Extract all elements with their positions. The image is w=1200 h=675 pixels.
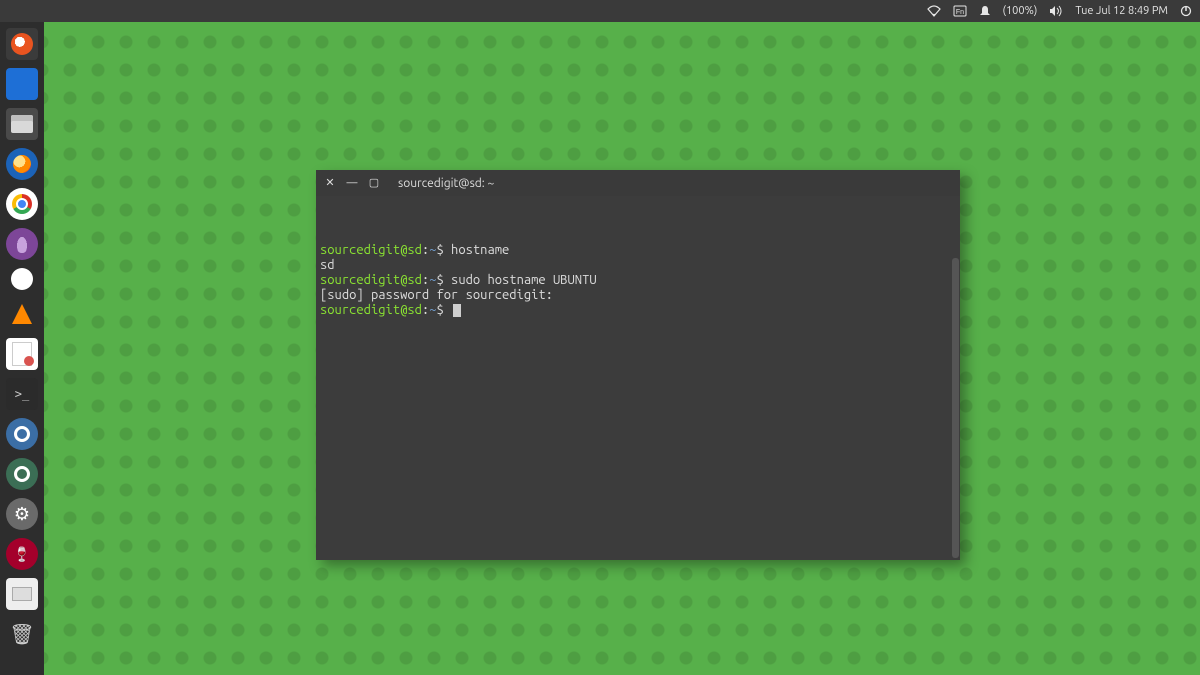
- battery-text[interactable]: (100%): [1003, 5, 1038, 17]
- svg-text:Fn: Fn: [955, 9, 963, 16]
- usb-icon[interactable]: [6, 578, 38, 610]
- settings-icon[interactable]: [6, 498, 38, 530]
- terminal-line: sourcedigit@sd:~$ hostname: [320, 243, 956, 258]
- maximize-icon[interactable]: ▢: [368, 177, 380, 189]
- volume-icon[interactable]: [1049, 5, 1063, 17]
- disc2-icon[interactable]: [6, 458, 38, 490]
- files-icon[interactable]: [6, 108, 38, 140]
- system-tray: Fn (100%) Tue Jul 12 8:49 PM: [927, 5, 1192, 17]
- trash-icon[interactable]: [6, 618, 38, 650]
- top-panel: Fn (100%) Tue Jul 12 8:49 PM: [0, 0, 1200, 22]
- titlebar[interactable]: ✕ — ▢ sourcedigit@sd: ~: [316, 170, 960, 196]
- terminal-icon[interactable]: [6, 378, 38, 410]
- terminal-line: sd: [320, 258, 956, 273]
- minimize-icon[interactable]: —: [346, 177, 358, 189]
- terminal-line: sourcedigit@sd:~$ sudo hostname UBUNTU: [320, 273, 956, 288]
- app-icon[interactable]: [6, 68, 38, 100]
- disc-icon[interactable]: [6, 418, 38, 450]
- wine-icon[interactable]: [6, 538, 38, 570]
- tor-icon[interactable]: [6, 228, 38, 260]
- firefox-icon[interactable]: [6, 148, 38, 180]
- window-title: sourcedigit@sd: ~: [398, 177, 494, 190]
- chromium-icon[interactable]: [6, 188, 38, 220]
- terminal-line: sourcedigit@sd:~$: [320, 303, 956, 318]
- wifi-icon[interactable]: [927, 5, 941, 17]
- notifications-icon[interactable]: [979, 5, 991, 17]
- close-icon[interactable]: ✕: [324, 177, 336, 189]
- power-icon[interactable]: [1180, 5, 1192, 17]
- vlc-icon[interactable]: [6, 298, 38, 330]
- launcher: [0, 22, 44, 675]
- clock-text[interactable]: Tue Jul 12 8:49 PM: [1075, 5, 1168, 17]
- gedit-icon[interactable]: [6, 338, 38, 370]
- scrollbar[interactable]: [952, 258, 959, 558]
- dash-icon[interactable]: [6, 28, 38, 60]
- keyboard-indicator-icon[interactable]: Fn: [953, 5, 967, 17]
- terminal-line: [sudo] password for sourcedigit:: [320, 288, 956, 303]
- terminal-body[interactable]: sourcedigit@sd:~$ hostnamesdsourcedigit@…: [316, 196, 960, 560]
- dot-icon[interactable]: [11, 268, 33, 290]
- desktop: Fn (100%) Tue Jul 12 8:49 PM: [0, 0, 1200, 675]
- cursor: [453, 304, 461, 317]
- terminal-window: ✕ — ▢ sourcedigit@sd: ~ sourcedigit@sd:~…: [316, 170, 960, 560]
